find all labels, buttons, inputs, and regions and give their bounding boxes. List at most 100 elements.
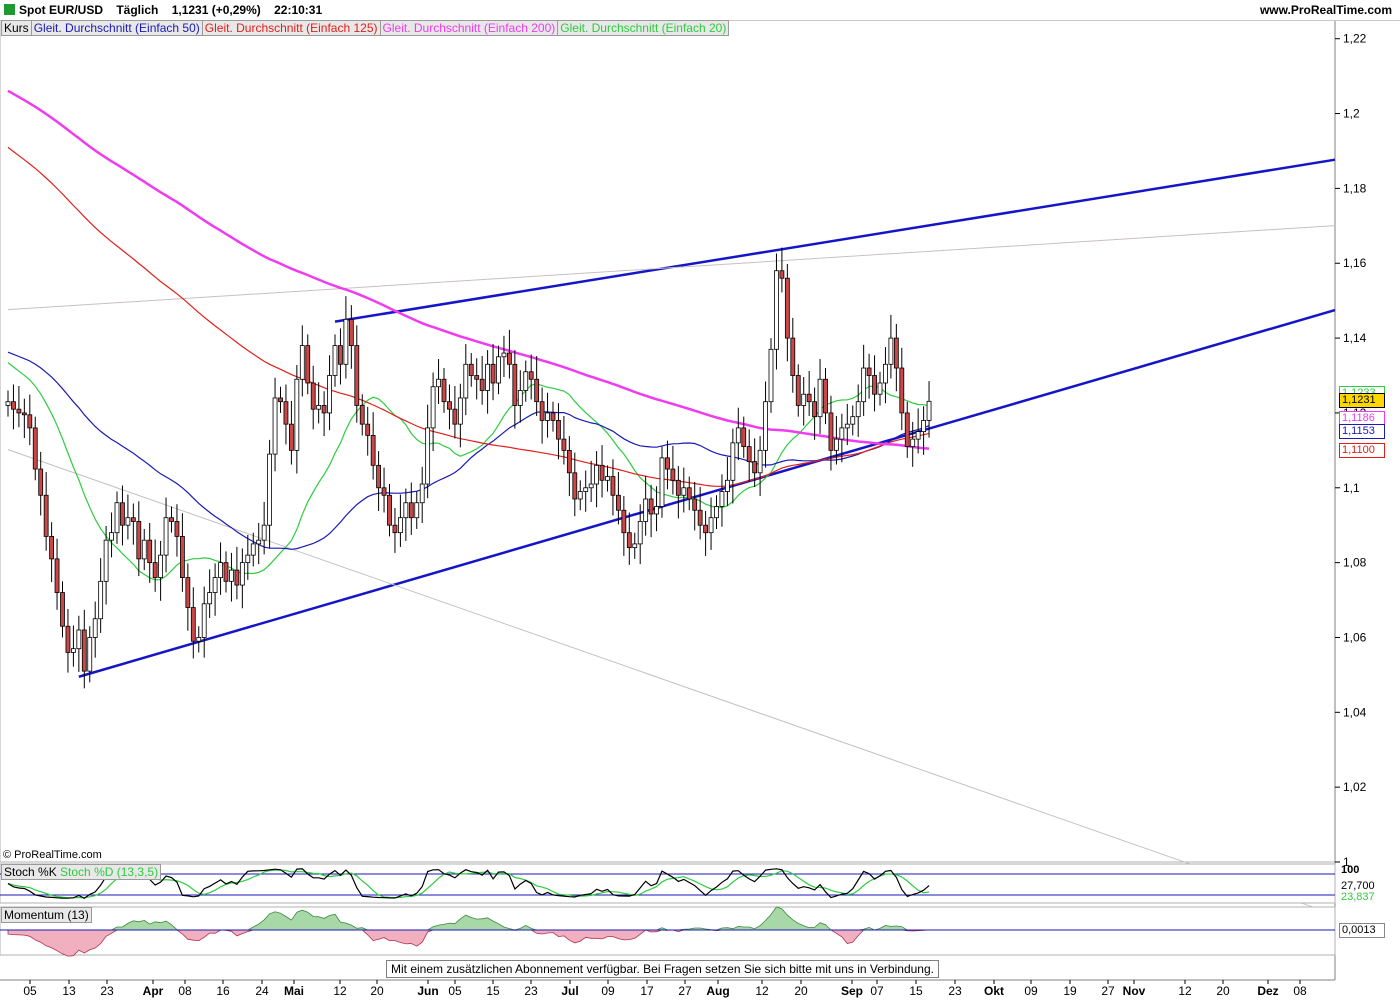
candle-body <box>419 483 425 504</box>
x-tick-label: 19 <box>1063 984 1077 998</box>
y-tick-label: 1,2 <box>1343 107 1360 121</box>
site-link[interactable]: www.ProRealTime.com <box>1260 3 1392 17</box>
x-tick-label: 20 <box>370 984 384 998</box>
candle-body <box>136 521 142 560</box>
candle-body <box>479 378 485 391</box>
x-tick-label: 27 <box>1101 984 1115 998</box>
candle-body <box>599 464 605 481</box>
candle-body <box>245 554 251 564</box>
candle-body <box>583 487 589 492</box>
legend-ma50[interactable]: Gleit. Durchschnitt (Einfach 50) <box>31 21 203 35</box>
candle-body <box>468 363 474 376</box>
candle-body <box>877 382 883 395</box>
x-tick-label: Sep <box>841 984 863 998</box>
candle-body <box>561 438 567 451</box>
candle-body <box>201 603 207 638</box>
candle-body <box>71 648 76 653</box>
candle-body <box>332 345 338 376</box>
x-tick-label: 15 <box>909 984 923 998</box>
candle-body <box>670 468 676 481</box>
legend-ma125[interactable]: Gleit. Durchschnitt (Einfach 125) <box>202 21 381 35</box>
trend-line <box>334 158 1336 323</box>
price-change: 1,1231 (+0,29%) <box>171 3 261 17</box>
x-tick-label: Okt <box>984 984 1004 998</box>
candle-body <box>703 524 708 534</box>
candle-body <box>566 449 572 474</box>
candle-body <box>65 625 71 653</box>
x-tick-label: Aug <box>706 984 729 998</box>
legend-ma20[interactable]: Gleit. Durchschnitt (Einfach 20) <box>558 21 728 35</box>
candle-body <box>643 498 649 522</box>
candle-body <box>5 401 11 406</box>
candle-body <box>87 637 93 672</box>
candle-body <box>506 352 512 365</box>
momentum-label[interactable]: Momentum (13) <box>1 907 92 923</box>
stoch-k-label: Stoch %K <box>4 865 57 879</box>
candle-body <box>103 539 109 582</box>
candle-body <box>457 397 463 425</box>
candle-body <box>823 378 828 414</box>
candle-body <box>179 536 185 578</box>
candle-body <box>539 401 545 421</box>
candle-body <box>16 408 22 414</box>
candle-body <box>338 345 343 365</box>
y-tick-label: 1,04 <box>1343 705 1367 719</box>
instrument-color-icon <box>4 4 15 15</box>
trend-lines <box>7 158 1336 916</box>
y-tick-label: 1,14 <box>1343 331 1367 345</box>
candle-body <box>283 401 289 425</box>
x-tick-label: 07 <box>870 984 884 998</box>
candle-body <box>272 397 278 455</box>
candle-body <box>397 517 403 534</box>
candle-body <box>436 378 441 388</box>
momentum-value: 0,0013 <box>1339 923 1385 938</box>
candle-body <box>229 569 234 582</box>
candle-body <box>321 405 327 414</box>
candle-body <box>109 532 114 541</box>
price-tag: 1,1231 <box>1339 393 1385 409</box>
legend-price[interactable]: Kurs <box>2 21 32 35</box>
x-tick-label: 12 <box>1178 984 1192 998</box>
candle-body <box>250 543 256 556</box>
candle-body <box>686 487 692 500</box>
candle-body <box>370 434 376 466</box>
candle-body <box>517 390 523 406</box>
x-tick-label: 09 <box>601 984 615 998</box>
x-tick-label: 20 <box>1216 984 1230 998</box>
candle-body <box>828 412 834 451</box>
x-tick-label: 08 <box>1293 984 1307 998</box>
candle-body <box>152 562 158 578</box>
candle-body <box>403 502 409 519</box>
candle-body <box>746 446 752 462</box>
indicator-legend: Kurs Gleit. Durchschnitt (Einfach 50) Glei… <box>1 20 730 36</box>
copyright-text: © ProRealTime.com <box>3 849 102 861</box>
candle-body <box>779 270 785 279</box>
candle-body <box>490 363 496 384</box>
candle-body <box>158 554 164 578</box>
x-tick-label: 16 <box>216 984 230 998</box>
candle-body <box>648 498 654 515</box>
y-tick-label: 1,1 <box>1343 481 1360 495</box>
candle-body <box>496 356 501 384</box>
clock-time: 22:10:31 <box>274 3 323 17</box>
candle-body <box>452 408 458 425</box>
stoch-label[interactable]: Stoch %K Stoch %D (13,3,5) <box>1 864 162 880</box>
legend-ma200[interactable]: Gleit. Durchschnitt (Einfach 200) <box>380 21 559 35</box>
candle-body <box>256 539 262 545</box>
candle-body <box>218 562 223 578</box>
candle-body <box>763 401 768 451</box>
candle-body <box>234 569 240 586</box>
candle-body <box>915 431 921 440</box>
instrument-name[interactable]: Spot EUR/USD <box>19 3 103 17</box>
candle-body <box>43 494 49 537</box>
candle-body <box>572 472 578 500</box>
stoch-scale-top: 100 <box>1341 864 1360 876</box>
candle-body <box>632 543 638 549</box>
y-tick-label: 1,02 <box>1343 780 1367 794</box>
price-tag: 1,1100 <box>1339 443 1385 459</box>
candle-body <box>817 378 823 418</box>
period-label[interactable]: Täglich <box>116 3 158 17</box>
candle-body <box>169 517 174 522</box>
candle-body <box>354 345 360 406</box>
candle-body <box>741 427 747 448</box>
